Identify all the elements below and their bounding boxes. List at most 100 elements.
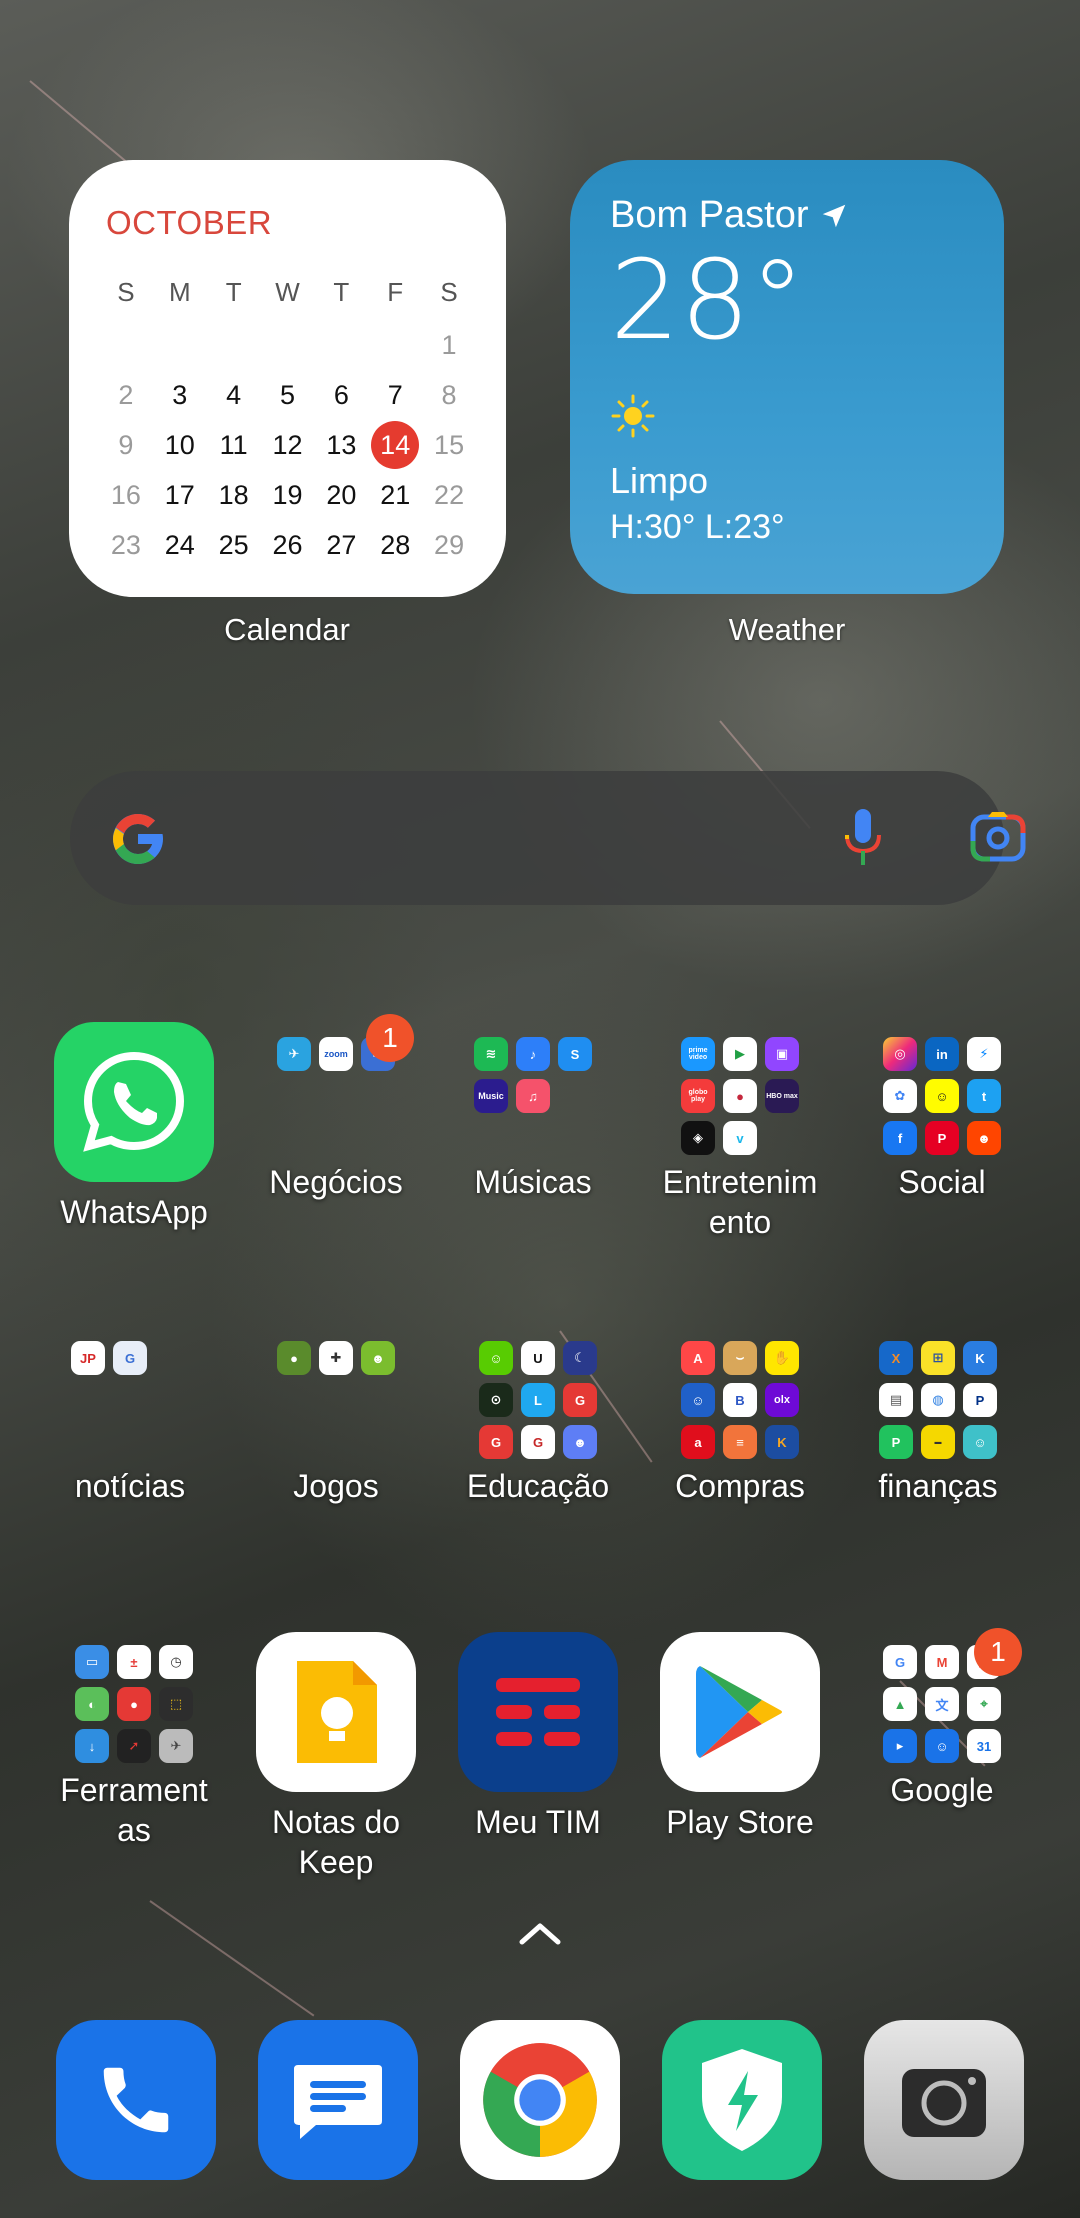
day-cell: 10	[164, 429, 195, 460]
sun-icon	[610, 393, 964, 444]
notification-badge: 1	[366, 1014, 414, 1062]
folder-financas[interactable]: X ⊞ K ▤ ◍ P P ▬ ☺ finanças	[838, 1326, 1038, 1506]
weather-location: Bom Pastor	[610, 194, 809, 236]
weekday-label: S	[117, 276, 135, 307]
weather-widget-label: Weather	[728, 612, 846, 647]
aliexpress-icon: A	[681, 1341, 715, 1375]
day-cell: 21	[380, 479, 411, 510]
app-drawer-chevron-icon[interactable]	[516, 1918, 564, 1953]
folder-negocios[interactable]: ✈ zoom ✉ 1 Negócios	[236, 1014, 436, 1202]
shazam-icon: S	[558, 1037, 592, 1071]
dock-messages[interactable]	[258, 2020, 418, 2180]
finance-app-icon: ◍	[921, 1383, 955, 1417]
keep-icon	[256, 1632, 416, 1792]
finance-app-icon: ☺	[963, 1425, 997, 1459]
app-label: Play Store	[666, 1804, 814, 1840]
banco-brasil-icon: ⊞	[921, 1341, 955, 1375]
app-label: Músicas	[474, 1164, 592, 1200]
folder-icon: JP G	[65, 1326, 195, 1456]
day-cell: 3	[172, 379, 188, 410]
shield-bolt-icon	[702, 2049, 782, 2151]
dock-chrome[interactable]	[460, 2020, 620, 2180]
app-whatsapp[interactable]: WhatsApp	[34, 1022, 234, 1232]
folder-ferramentas[interactable]: ▭ ± ◷ ◐ ● ⬚ ↓ ➚ ✈ Ferrament as	[34, 1630, 234, 1850]
weather-high-low: H:30° L:23°	[610, 508, 785, 546]
play-tv-icon: ▶	[723, 1037, 757, 1071]
calendar-widget[interactable]: OCTOBER S M T W T F S 1 2 3 4 5 6 7 8 9 …	[69, 160, 506, 597]
compass-icon: ➚	[117, 1729, 151, 1763]
prime-video-label: prime video	[688, 1047, 708, 1061]
app-keep[interactable]: Notas do Keep	[236, 1632, 436, 1882]
picpay-icon: P	[879, 1425, 913, 1459]
app-label: Entretenim ento	[662, 1164, 818, 1240]
olx-label: olx	[774, 1394, 790, 1406]
dock-security[interactable]	[662, 2020, 822, 2180]
notification-badge: 1	[974, 1628, 1022, 1676]
game-controller-icon: ✚	[319, 1341, 353, 1375]
americanas-icon: a	[681, 1425, 715, 1459]
folder-icon: ▭ ± ◷ ◐ ● ⬚ ↓ ➚ ✈	[69, 1630, 199, 1763]
day-cell	[368, 320, 422, 370]
weather-widget[interactable]: Bom Pastor 28° Limpo H:30° L:23°	[570, 160, 1004, 594]
translate-icon: 文	[925, 1687, 959, 1721]
google-search-bar[interactable]	[70, 771, 1026, 905]
day-cell: 13	[326, 429, 357, 460]
google-calendar-icon: 31	[967, 1729, 1001, 1763]
weekday-label: T	[225, 276, 242, 307]
google-lens-icon[interactable]	[970, 811, 1026, 868]
calendar-month: OCTOBER	[106, 204, 273, 241]
weather-temperature: 28°	[610, 236, 805, 364]
education-app-icon: L	[521, 1383, 555, 1417]
facebook-icon: f	[883, 1121, 917, 1155]
folder-jogos[interactable]: ● ✚ ☻ Jogos	[236, 1326, 436, 1506]
folder-entretenimento[interactable]: prime video ▶ ▣ globo play ● HBO max ◈ v…	[640, 1022, 840, 1242]
hbo-max-label: HBO max	[766, 1092, 798, 1100]
day-cell	[261, 320, 315, 370]
weekday-label: W	[275, 276, 300, 307]
tool-app-icon: ◐	[75, 1687, 109, 1721]
day-cell: 20	[326, 479, 357, 510]
folder-noticias[interactable]: JP G notícias	[30, 1326, 230, 1506]
day-cell: 9	[118, 429, 134, 460]
finance-app-icon: K	[963, 1341, 997, 1375]
google-g-icon	[108, 809, 168, 874]
dock-camera[interactable]	[864, 2020, 1024, 2180]
folder-educacao[interactable]: ☺ U ☾ ⊙ L G G G ☻ Educação	[438, 1326, 638, 1506]
caixa-icon: X	[879, 1341, 913, 1375]
game-icon: ☻	[361, 1341, 395, 1375]
day-cell: 22	[434, 479, 465, 510]
app-label: WhatsApp	[60, 1194, 208, 1230]
app-meu-tim[interactable]: Meu TIM	[438, 1632, 638, 1842]
folder-icon: ≋ ♪ S Music ♫	[468, 1022, 598, 1152]
apple-music-icon: ♫	[516, 1079, 550, 1113]
google-app-icon: G	[883, 1645, 917, 1679]
folder-social[interactable]: ◎ in ⚡ ✿ ☺ t f P ☻ Social	[842, 1022, 1042, 1202]
globoplay-icon: globo play	[681, 1079, 715, 1113]
day-cell: 4	[226, 379, 242, 410]
day-cell	[99, 320, 153, 370]
chrome-icon	[483, 2043, 597, 2157]
twitch-icon: ▣	[765, 1037, 799, 1071]
app-label: Notas do Keep	[271, 1804, 401, 1880]
education-app-icon: G	[479, 1425, 513, 1459]
dock-phone[interactable]	[56, 2020, 216, 2180]
drive-icon: ▲	[883, 1687, 917, 1721]
mic-icon[interactable]	[842, 807, 884, 874]
app-label: Ferrament as	[60, 1772, 208, 1848]
day-cell: 1	[441, 329, 457, 360]
app-play-store[interactable]: Play Store	[640, 1632, 840, 1842]
folder-compras[interactable]: A ⌣ ✋ ☺ B olx a ≡ K Compras	[640, 1326, 840, 1506]
app-label: Social	[898, 1164, 986, 1200]
maps-icon: ⌖	[967, 1687, 1001, 1721]
folder-google[interactable]: G M ▶ ▲ 文 ⌖ ▸ ☺ 31 1 Google	[842, 1628, 1042, 1810]
shopping-app-icon: K	[765, 1425, 799, 1459]
day-cell: 24	[164, 529, 195, 560]
twitter-icon: t	[967, 1079, 1001, 1113]
app-label: notícias	[74, 1468, 186, 1504]
weekday-label: F	[387, 276, 404, 307]
day-cell	[207, 320, 261, 370]
app-label: Compras	[675, 1468, 805, 1504]
folder-musicas[interactable]: ≋ ♪ S Music ♫ Músicas	[433, 1022, 633, 1202]
clock-icon: ◷	[159, 1645, 193, 1679]
education-app-icon: G	[563, 1383, 597, 1417]
